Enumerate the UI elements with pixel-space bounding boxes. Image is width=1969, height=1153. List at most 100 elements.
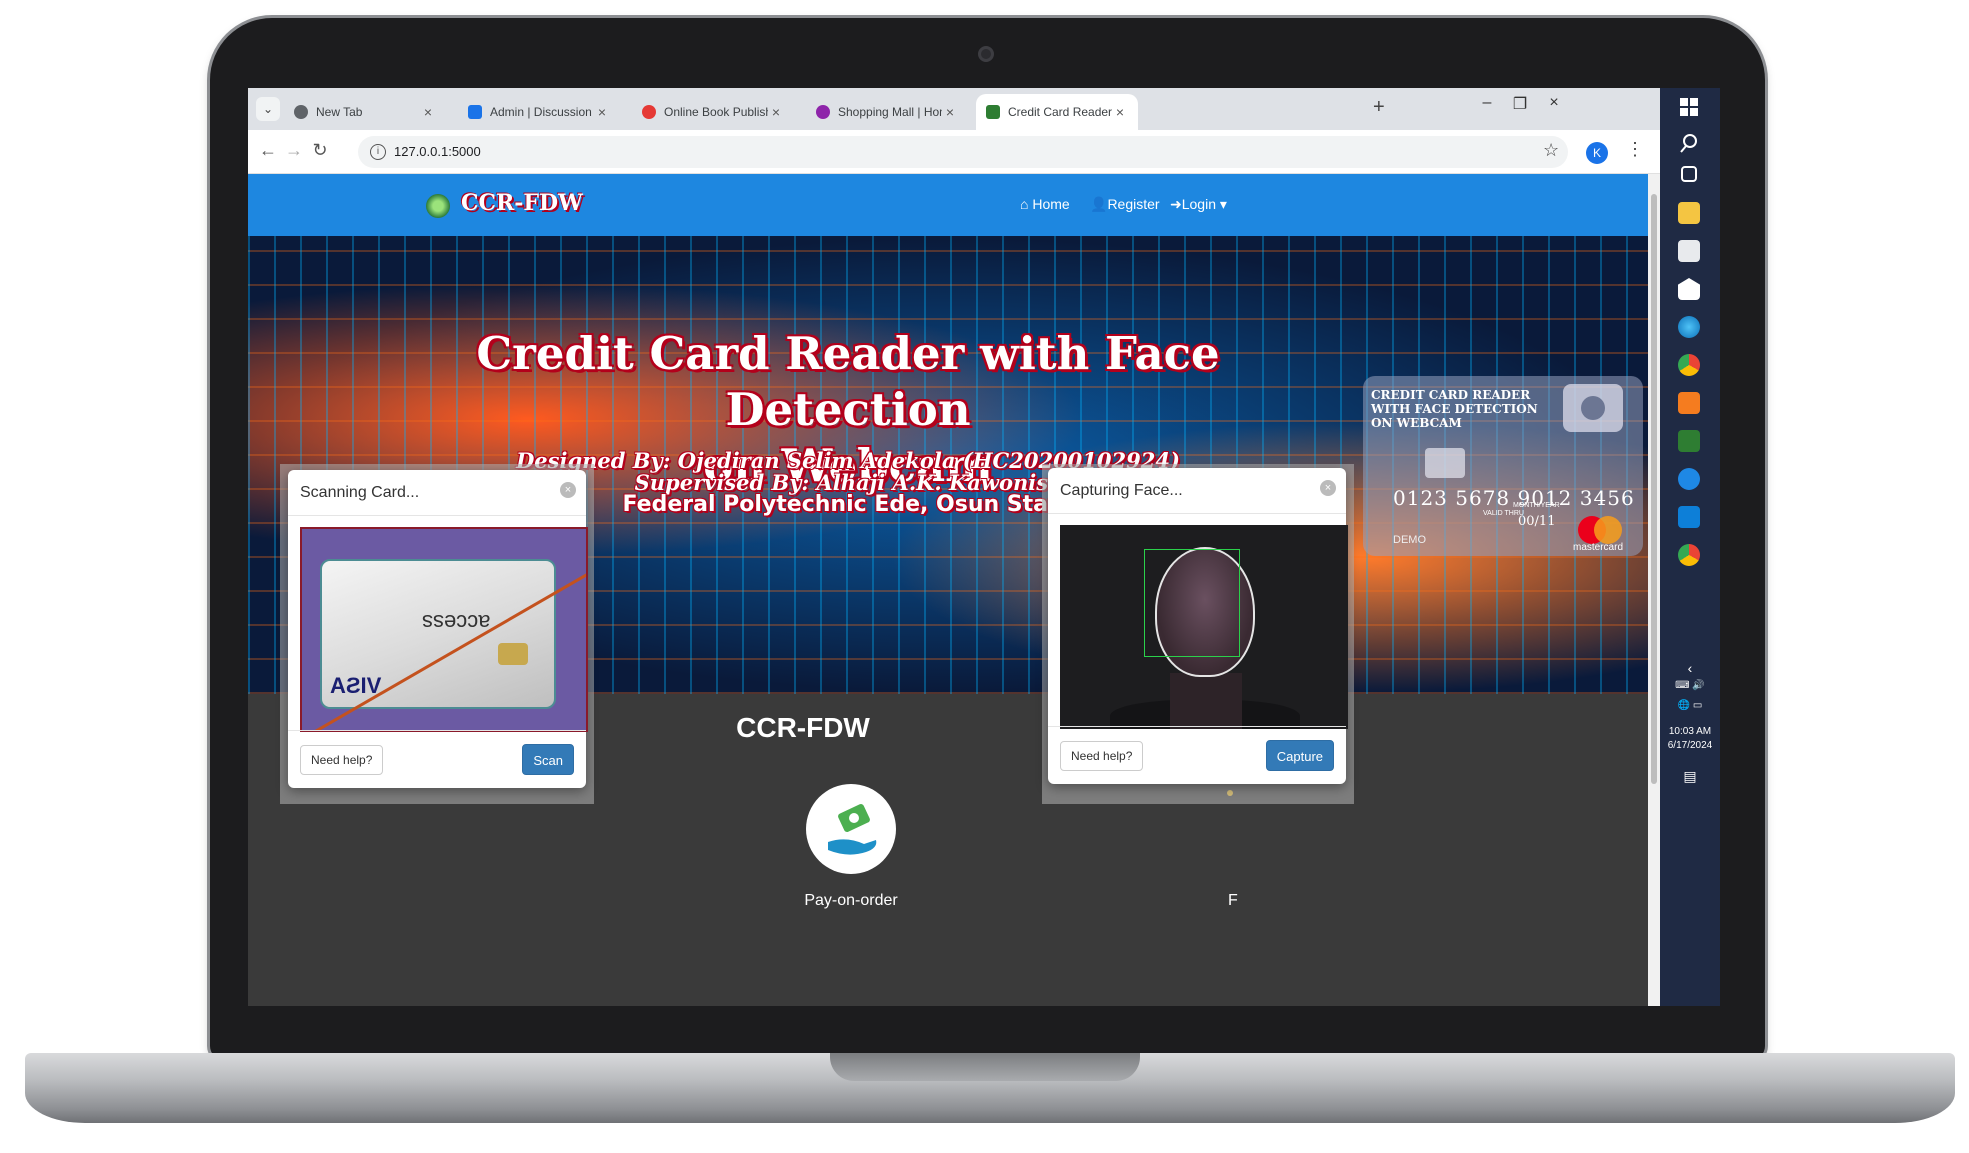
back-button[interactable]: ← [256,140,280,161]
tab-label: Credit Card Reader with Face D [1008,105,1112,119]
face-detection-box [1144,549,1240,657]
tab-close-icon[interactable]: × [594,104,610,120]
capture-modal-header: Capturing Face... × [1048,468,1346,514]
need-help-button[interactable]: Need help? [300,745,384,775]
reload-button[interactable]: ↻ [308,140,332,161]
webcam-face-preview [1060,525,1348,729]
site-navbar: CCR-FDW ⌂ Home 👤Register ➜Login ▾ [248,174,1648,236]
nav-home-link[interactable]: ⌂ Home [1020,196,1070,212]
brand-logo-icon [426,194,450,218]
screen: ⌄ New Tab × Admin | Discussion × Online … [248,88,1720,1006]
nav-register-label: Register [1107,196,1160,212]
chrome-profile-icon[interactable] [1678,544,1700,566]
tab-close-icon[interactable]: × [1112,104,1128,120]
tab-close-icon[interactable]: × [942,104,958,120]
nav-login-label: Login ▾ [1181,196,1227,212]
site-info-icon[interactable]: i [370,144,386,160]
discussion-icon [468,105,482,119]
edge-icon[interactable] [1678,316,1700,338]
url-bar[interactable]: i 127.0.0.1:5000 [358,136,1568,168]
capture-face-modal: Capturing Face... × Need help? Capture [1048,468,1348,784]
address-toolbar: ← → ↻ i 127.0.0.1:5000 ☆ K ⋮ [248,130,1660,174]
page-scrollbar[interactable] [1648,174,1660,1006]
search-icon[interactable] [1678,132,1700,154]
new-tab-button[interactable]: + [1373,96,1385,119]
scan-modal-title: Scanning Card... [300,484,420,501]
hero-credit-card-image: CREDIT CARD READER WITH FACE DETECTION O… [1363,376,1643,556]
scan-card-modal: Scanning Card... × access VISA Need help… [288,470,588,788]
mail-icon[interactable] [1678,278,1700,300]
tab-label: Shopping Mall | Home Page [838,105,942,119]
xampp-icon[interactable] [1678,392,1700,414]
feature-label-partial: F [1228,892,1238,909]
tab-label: Admin | Discussion [490,105,592,119]
card-photo: access VISA [312,559,586,730]
site-favicon-icon [986,105,1000,119]
windows-taskbar: ‹ ⌨ 🔊 🌐 ▭ 10:03 AM 6/17/2024 ▤ [1660,88,1720,1006]
restore-button[interactable]: ❐ [1506,94,1534,114]
need-help-button[interactable]: Need help? [1060,741,1144,771]
tab-close-icon[interactable]: × [768,104,784,120]
clock-time[interactable]: 10:03 AM [1660,726,1720,737]
tab-online-book-publishing[interactable]: Online Book Publishing | Index × [632,94,794,130]
bookmark-star-icon[interactable]: ☆ [1543,140,1559,161]
windows-start-icon[interactable] [1678,96,1700,118]
clock-date[interactable]: 6/17/2024 [1660,740,1720,751]
close-icon[interactable]: × [560,482,576,498]
vscode-icon[interactable] [1678,506,1700,528]
system-tray-icons[interactable]: ⌨ 🔊 [1660,680,1720,691]
card-network: mastercard [1573,542,1624,553]
hand-money-icon [806,784,896,874]
tab-search-button[interactable]: ⌄ [256,97,280,121]
card-scan-preview: access VISA [300,527,588,732]
nav-login-dropdown[interactable]: ➜Login ▾ [1170,196,1227,213]
page-content: CCR-FDW ⌂ Home 👤Register ➜Login ▾ Credit… [248,174,1648,1006]
card-expiry: 00/11 [1518,514,1556,529]
network-battery-icons[interactable]: 🌐 ▭ [1660,700,1720,711]
user-plus-icon: 👤 [1090,196,1108,212]
tab-shopping-mall[interactable]: Shopping Mall | Home Page × [806,94,968,130]
sublime-icon[interactable] [1678,430,1700,452]
browser-menu-icon[interactable]: ⋮ [1626,139,1644,160]
card-brand-text: access [422,610,491,635]
brand-name[interactable]: CCR-FDW [461,190,583,216]
hero-title-line1: Credit Card Reader with Face Detection [476,327,1220,436]
chrome-taskbar-icon[interactable] [1678,354,1700,376]
tab-admin-discussion[interactable]: Admin | Discussion × [458,94,620,130]
file-explorer-icon[interactable] [1678,202,1700,224]
tab-credit-card-reader[interactable]: Credit Card Reader with Face D × [976,94,1138,130]
webcam-icon [978,46,994,62]
task-view-icon[interactable] [1681,166,1697,182]
scan-modal-footer: Need help? Scan [288,730,586,788]
notification-icon[interactable]: ▤ [1660,768,1720,785]
browser-window: ⌄ New Tab × Admin | Discussion × Online … [248,88,1660,1006]
chrome-icon [294,105,308,119]
scan-button[interactable]: Scan [522,744,574,775]
book-icon [642,105,656,119]
tab-label: New Tab [316,105,363,119]
capture-button[interactable]: Capture [1265,740,1334,771]
tab-label: Online Book Publishing | Index [664,105,768,119]
card-month-year-label: MONTH/YEAR [1513,502,1560,509]
sign-in-icon: ➜ [1170,196,1182,212]
app-store-icon[interactable] [1678,468,1700,490]
card-demo-label: DEMO [1393,534,1426,546]
forward-button[interactable]: → [282,140,306,161]
tab-close-icon[interactable]: × [420,104,436,120]
microsoft-store-icon[interactable] [1678,240,1700,262]
minimize-button[interactable]: – [1473,94,1501,112]
camera-icon [1563,384,1623,432]
shopping-icon [816,105,830,119]
nav-register-link[interactable]: 👤Register [1090,196,1160,213]
card-network-text: VISA [330,673,382,698]
card-chip [1425,448,1465,478]
close-window-button[interactable]: × [1540,94,1568,112]
scrollbar-thumb[interactable] [1651,194,1657,784]
close-icon[interactable]: × [1320,480,1336,496]
chevron-left-icon[interactable]: ‹ [1660,660,1720,676]
laptop-notch [830,1053,1140,1081]
url-text: 127.0.0.1:5000 [394,144,481,159]
capture-modal-footer: Need help? Capture [1048,726,1346,784]
tab-new-tab[interactable]: New Tab × [284,94,446,130]
profile-avatar[interactable]: K [1586,142,1608,164]
